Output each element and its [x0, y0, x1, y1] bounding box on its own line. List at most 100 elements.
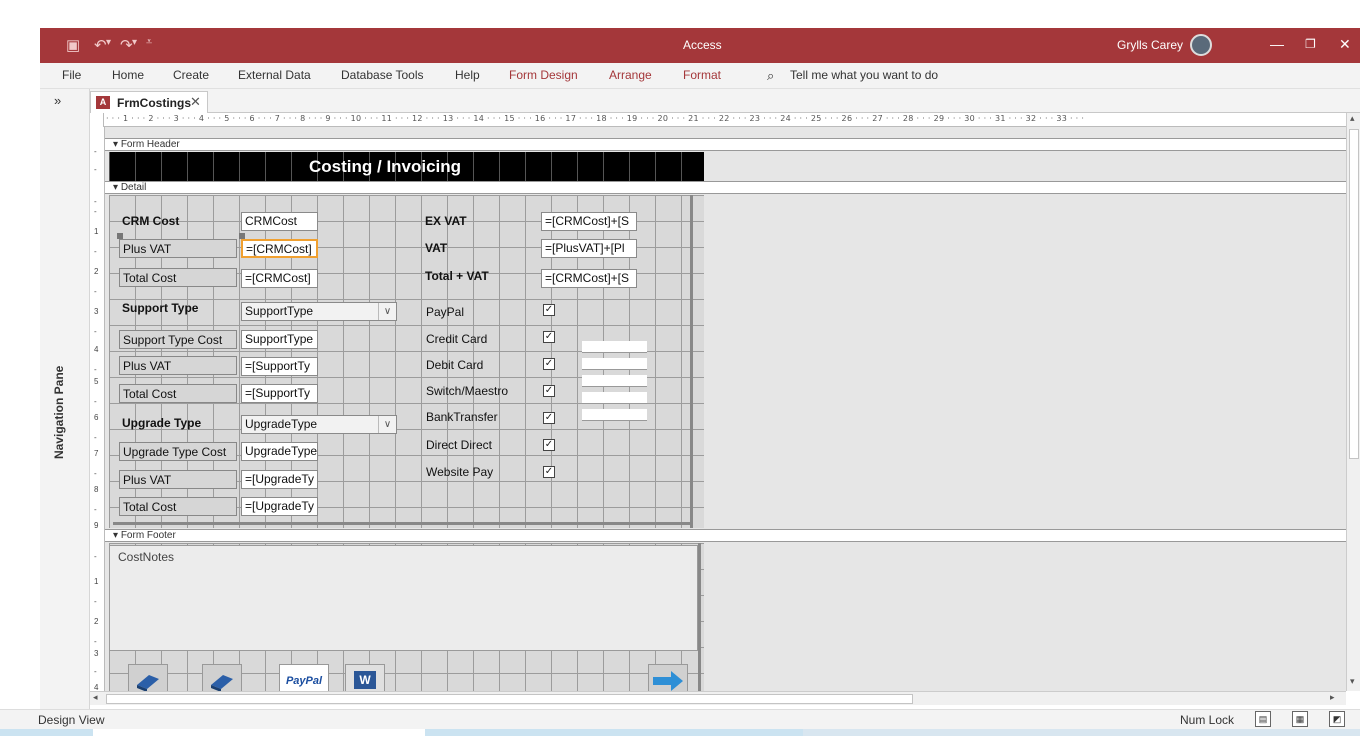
paypal-checkbox[interactable]: ✓	[543, 304, 555, 316]
close-button[interactable]: ✕	[1339, 36, 1351, 53]
scroll-right-icon[interactable]: ▸	[1330, 692, 1335, 703]
list-item[interactable]	[582, 392, 647, 404]
list-item[interactable]	[582, 375, 647, 387]
tab-create[interactable]: Create	[173, 68, 209, 82]
redo-dropdown-icon[interactable]: ▾	[132, 37, 137, 48]
total-cost-label-3[interactable]: Total Cost	[119, 497, 237, 516]
support-type-cost-label[interactable]: Support Type Cost	[119, 330, 237, 349]
close-tab-icon[interactable]: ✕	[190, 94, 201, 110]
minimize-button[interactable]: —	[1270, 36, 1284, 52]
plus-vat-field-1[interactable]: =[CRMCost]	[241, 239, 318, 258]
form-selector[interactable]	[90, 113, 104, 127]
plus-vat-label-1[interactable]: Plus VAT	[119, 239, 237, 258]
payment-label-bank-transfer[interactable]: BankTransfer	[423, 408, 511, 427]
upgrade-type-label[interactable]: Upgrade Type	[119, 414, 237, 433]
taskbar-window[interactable]	[93, 729, 425, 736]
support-type-cost-field[interactable]: SupportType	[241, 330, 318, 349]
list-item[interactable]	[582, 341, 647, 353]
tell-me-input[interactable]: Tell me what you want to do	[790, 68, 938, 82]
eraser-button-2[interactable]	[202, 664, 242, 691]
tab-arrange[interactable]: Arrange	[609, 68, 652, 82]
total-cost-field-3[interactable]: =[UpgradeTy	[241, 497, 318, 516]
upgrade-type-combo[interactable]: UpgradeType ∨	[241, 415, 397, 434]
tab-database-tools[interactable]: Database Tools	[341, 68, 424, 82]
crm-cost-label[interactable]: CRM Cost	[119, 212, 237, 231]
payment-label-direct-direct[interactable]: Direct Direct	[423, 436, 511, 455]
total-cost-label-2[interactable]: Total Cost	[119, 384, 237, 403]
chevron-down-icon[interactable]: ∨	[378, 416, 396, 433]
tab-form-design[interactable]: Form Design	[509, 68, 578, 82]
scroll-down-icon[interactable]: ▾	[1350, 676, 1355, 687]
payment-label-website-pay[interactable]: Website Pay	[423, 463, 511, 482]
form-view-icon[interactable]: ▤	[1255, 711, 1271, 727]
layout-view-icon[interactable]: ▦	[1292, 711, 1308, 727]
expand-nav-icon[interactable]: »	[54, 93, 61, 108]
avatar[interactable]	[1190, 34, 1212, 56]
support-type-combo[interactable]: SupportType ∨	[241, 302, 397, 321]
ex-vat-field[interactable]: =[CRMCost]+[S	[541, 212, 637, 231]
total-cost-field-1[interactable]: =[CRMCost]	[241, 269, 318, 288]
tab-external-data[interactable]: External Data	[238, 68, 311, 82]
upgrade-type-cost-field[interactable]: UpgradeType	[241, 442, 318, 461]
total-vat-field[interactable]: =[CRMCost]+[S	[541, 269, 637, 288]
tab-help[interactable]: Help	[455, 68, 480, 82]
form-title[interactable]: Costing / Invoicing	[309, 157, 461, 177]
next-button[interactable]	[648, 664, 688, 691]
undo-icon[interactable]: ↶	[94, 36, 107, 54]
list-item[interactable]	[582, 358, 647, 370]
vat-label[interactable]: VAT	[422, 239, 537, 258]
cost-notes-field[interactable]: CostNotes	[109, 545, 698, 651]
upgrade-type-cost-label[interactable]: Upgrade Type Cost	[119, 442, 237, 461]
doc-tab-frmcostings[interactable]: A FrmCostings ✕	[90, 91, 208, 113]
switch-maestro-checkbox[interactable]: ✓	[543, 385, 555, 397]
ex-vat-label[interactable]: EX VAT	[422, 212, 537, 231]
vertical-scroll-thumb[interactable]	[1349, 129, 1359, 459]
detail-bar[interactable]: ▾ Detail	[105, 181, 1346, 194]
form-footer-bar[interactable]: ▾ Form Footer	[105, 529, 1346, 542]
maximize-button[interactable]: ❐	[1305, 37, 1316, 51]
redo-icon[interactable]: ↷	[120, 36, 133, 54]
plus-vat-label-2[interactable]: Plus VAT	[119, 356, 237, 375]
move-handle[interactable]	[117, 233, 123, 239]
tab-file[interactable]: File	[62, 68, 81, 82]
support-type-label[interactable]: Support Type	[119, 299, 237, 318]
word-button[interactable]: W	[345, 664, 385, 691]
design-view-icon[interactable]: ◩	[1329, 711, 1345, 727]
tab-format[interactable]: Format	[683, 68, 721, 82]
vat-field[interactable]: =[PlusVAT]+[Pl	[541, 239, 637, 258]
user-name[interactable]: Grylls Carey	[1117, 38, 1183, 52]
scroll-up-icon[interactable]: ▴	[1350, 113, 1355, 124]
payment-label-debit-card[interactable]: Debit Card	[423, 356, 511, 375]
navigation-pane[interactable]: » Navigation Pane	[40, 89, 90, 709]
eraser-button[interactable]	[128, 664, 168, 691]
debit-card-checkbox[interactable]: ✓	[543, 358, 555, 370]
design-surface[interactable]: ▾ Form Header Costing / Invoicing ▾ Deta…	[105, 127, 1346, 691]
payment-label-switch-maestro[interactable]: Switch/Maestro	[423, 382, 511, 401]
chevron-down-icon[interactable]: ∨	[378, 303, 396, 320]
website-pay-checkbox[interactable]: ✓	[543, 466, 555, 478]
scroll-left-icon[interactable]: ◂	[93, 692, 98, 703]
plus-vat-field-3[interactable]: =[UpgradeTy	[241, 470, 318, 489]
bank-transfer-checkbox[interactable]: ✓	[543, 412, 555, 424]
direct-direct-checkbox[interactable]: ✓	[543, 439, 555, 451]
form-header-bar[interactable]: ▾ Form Header	[105, 138, 1346, 151]
customize-qat-icon[interactable]: ⩡	[146, 36, 152, 49]
paypal-button[interactable]: PayPal	[279, 664, 329, 691]
credit-card-checkbox[interactable]: ✓	[543, 331, 555, 343]
doc-tab-label[interactable]: FrmCostings	[117, 96, 191, 110]
undo-dropdown-icon[interactable]: ▾	[106, 37, 111, 48]
tab-home[interactable]: Home	[112, 68, 144, 82]
search-icon[interactable]: ⌕	[767, 68, 774, 84]
payment-listbox[interactable]	[582, 341, 647, 429]
crm-cost-field[interactable]: CRMCost	[241, 212, 318, 231]
total-vat-label[interactable]: Total + VAT	[422, 267, 537, 286]
total-cost-label-1[interactable]: Total Cost	[119, 268, 237, 287]
horizontal-scroll-thumb[interactable]	[106, 694, 913, 704]
save-icon[interactable]: ▣	[66, 36, 80, 54]
horizontal-scrollbar[interactable]: ◂ ▸	[90, 691, 1346, 705]
plus-vat-field-2[interactable]: =[SupportTy	[241, 357, 318, 376]
total-cost-field-2[interactable]: =[SupportTy	[241, 384, 318, 403]
plus-vat-label-3[interactable]: Plus VAT	[119, 470, 237, 489]
payment-label-credit-card[interactable]: Credit Card	[423, 330, 511, 349]
navigation-pane-label[interactable]: Navigation Pane	[52, 339, 68, 459]
